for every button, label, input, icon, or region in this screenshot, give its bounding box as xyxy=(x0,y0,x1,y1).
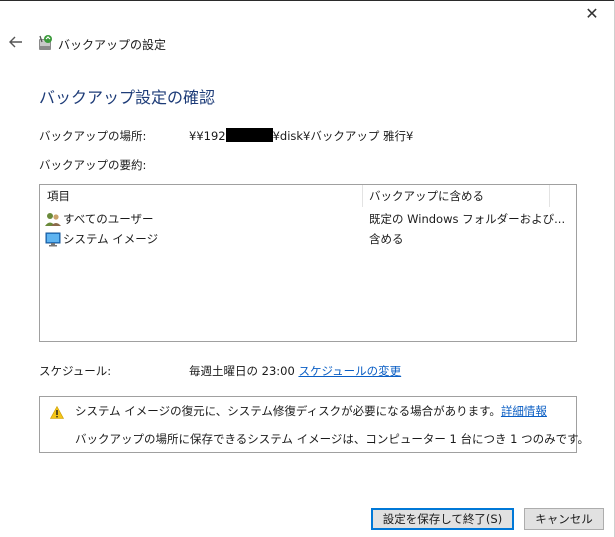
schedule-value: 毎週土曜日の 23:00 xyxy=(189,364,295,378)
location-prefix: ¥¥192 xyxy=(189,129,226,143)
list-item[interactable]: すべてのユーザー 既定の Windows フォルダーおよび... xyxy=(40,209,576,229)
location-suffix: ¥disk¥バックアップ 雅行¥ xyxy=(272,129,414,143)
info-box: システム イメージの復元に、システム修復ディスクが必要になる場合があります。詳細… xyxy=(39,396,589,453)
users-icon xyxy=(45,213,61,226)
column-header-item[interactable]: 項目 xyxy=(40,185,362,207)
close-button[interactable]: ✕ xyxy=(579,2,605,24)
warning-icon xyxy=(50,406,64,419)
cancel-button[interactable]: キャンセル xyxy=(524,508,604,530)
list-item[interactable]: システム イメージ 含める xyxy=(40,229,576,249)
save-and-exit-button[interactable]: 設定を保存して終了(S) xyxy=(371,508,514,530)
schedule-label: スケジュール: xyxy=(39,364,112,378)
warning-text: システム イメージの復元に、システム修復ディスクが必要になる場合があります。 xyxy=(75,404,501,418)
back-button[interactable] xyxy=(6,32,26,52)
backup-icon xyxy=(39,35,52,50)
monitor-icon xyxy=(45,232,61,247)
note-text: バックアップの場所に保存できるシステム イメージは、コンピューター 1 台につき… xyxy=(75,432,589,446)
header-title: バックアップの設定 xyxy=(58,38,167,52)
location-label: バックアップの場所: xyxy=(39,129,147,143)
column-header-include[interactable]: バックアップに含める xyxy=(362,185,549,207)
summary-list[interactable]: 項目 バックアップに含める すべてのユーザー 既定の Windows フォルダー… xyxy=(39,184,577,342)
row-item-label: すべてのユーザー xyxy=(63,212,154,226)
row-include-value: 含める xyxy=(369,232,404,246)
arrow-left-icon xyxy=(9,36,22,48)
row-include-value: 既定の Windows フォルダーおよび... xyxy=(369,212,566,226)
location-value: ¥¥192 ¥disk¥バックアップ 雅行¥ xyxy=(189,128,413,144)
row-item-label: システム イメージ xyxy=(63,232,159,246)
change-schedule-link[interactable]: スケジュールの変更 xyxy=(298,364,401,378)
warning-line: システム イメージの復元に、システム修復ディスクが必要になる場合があります。詳細… xyxy=(75,403,547,419)
redaction-block xyxy=(225,128,273,142)
details-link[interactable]: 詳細情報 xyxy=(501,404,547,418)
column-separator[interactable] xyxy=(549,185,550,207)
schedule-row: 毎週土曜日の 23:00 スケジュールの変更 xyxy=(189,363,401,379)
page-title: バックアップ設定の確認 xyxy=(39,88,216,107)
list-header: 項目 バックアップに含める xyxy=(40,185,576,207)
summary-label: バックアップの要約: xyxy=(39,158,147,172)
close-icon: ✕ xyxy=(585,3,599,23)
window-top-border xyxy=(0,0,615,1)
dialog-header: バックアップの設定 xyxy=(0,28,615,58)
